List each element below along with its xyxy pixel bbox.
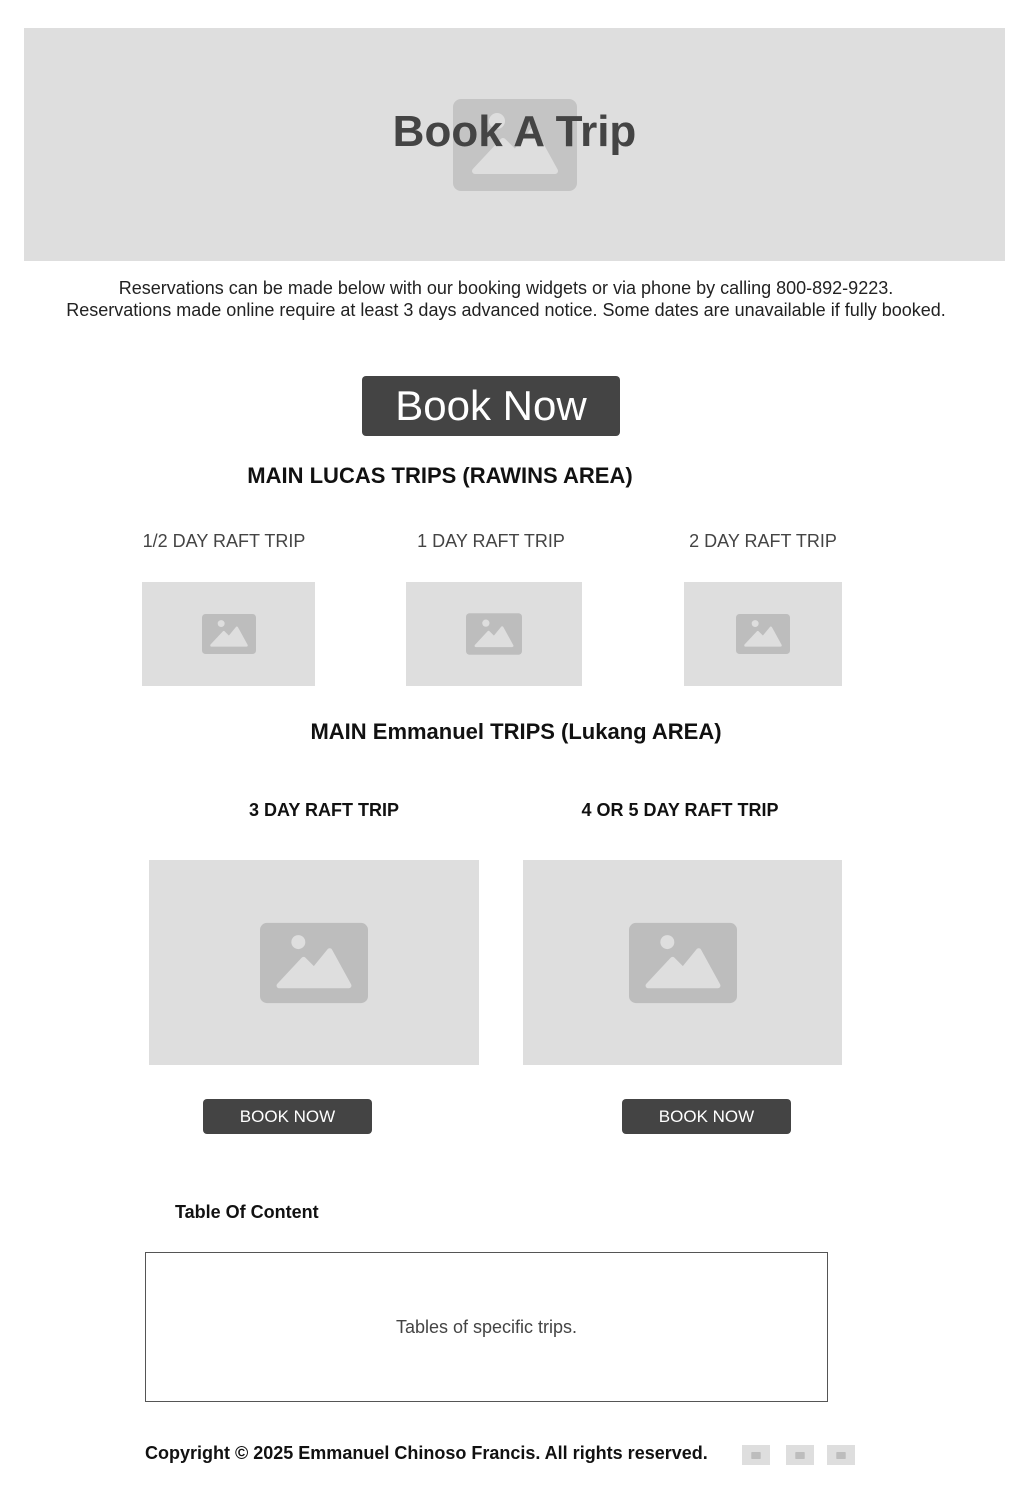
book-now-3-day-button[interactable]: BOOK NOW [203,1099,372,1134]
book-now-button[interactable]: Book Now [362,376,620,436]
trip-image-half-day[interactable] [142,582,315,686]
social-icon-2[interactable] [786,1445,814,1465]
hero-title: Book A Trip [392,107,637,156]
trip-image-3-day[interactable] [149,860,479,1065]
toc-title: Table Of Content [175,1202,319,1222]
section-title-lucas: MAIN LUCAS TRIPS (RAWINS AREA) [247,463,633,488]
book-now-label: Book Now [395,382,587,429]
trip-label-half-day: 1/2 DAY RAFT TRIP [142,531,306,551]
intro-line-2: Reservations made online require at leas… [66,300,946,320]
image-placeholder-icon [260,922,368,1003]
book-now-3-day-label: BOOK NOW [239,1106,336,1126]
social-icon-3[interactable] [827,1445,855,1465]
image-placeholder-icon [466,613,522,655]
toc-box: Tables of specific trips. [145,1252,828,1402]
trip-label-2-day: 2 DAY RAFT TRIP [689,531,837,551]
trip-image-2-day[interactable] [684,582,842,686]
trip-label-4-5-day: 4 OR 5 DAY RAFT TRIP [581,800,779,820]
footer-copyright: Copyright © 2025 Emmanuel Chinoso Franci… [145,1443,708,1463]
trip-label-1-day: 1 DAY RAFT TRIP [417,531,565,551]
intro-line-1: Reservations can be made below with our … [118,278,894,298]
toc-body: Tables of specific trips. [395,1316,578,1337]
trip-label-3-day: 3 DAY RAFT TRIP [248,800,400,820]
image-placeholder-icon [201,613,256,655]
section-title-emmanuel: MAIN Emmanuel TRIPS (Lukang AREA) [310,719,722,744]
image-placeholder-icon [628,922,737,1003]
trip-image-1-day[interactable] [406,582,582,686]
social-icon-1[interactable] [742,1445,770,1465]
trip-image-4-5-day[interactable] [523,860,842,1065]
book-now-4-5-day-button[interactable]: BOOK NOW [622,1099,791,1134]
image-placeholder-icon [736,613,790,655]
book-now-4-5-day-label: BOOK NOW [658,1106,755,1126]
